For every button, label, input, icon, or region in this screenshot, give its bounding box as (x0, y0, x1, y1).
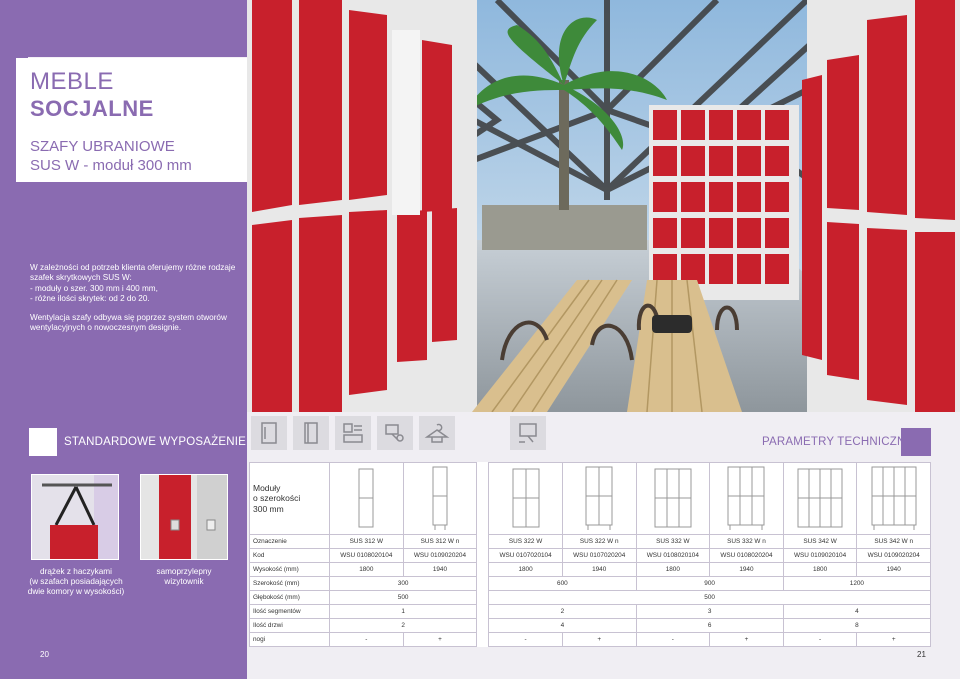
header-square (29, 428, 57, 456)
label-holder-icon (335, 416, 371, 450)
hanger-rail-icon (251, 416, 287, 450)
page-number-right: 21 (917, 650, 926, 659)
locker-drawing-2-column (488, 462, 563, 535)
locker-room-photo (247, 0, 960, 412)
technical-parameters-table: Moduły o szerokości 300 mm Oznaczenie SU… (249, 462, 932, 647)
header-square (901, 428, 931, 456)
locker-drawing-1-column (329, 462, 404, 535)
angle-opening-icon (510, 416, 546, 450)
locker-drawing-3-column-legs (709, 462, 784, 535)
locker-drawing-4-column-legs (856, 462, 931, 535)
description-paragraph: Wentylacja szafy odbywa się poprzez syst… (30, 313, 227, 333)
table-row-segmenty: Ilość segmentów 1 2 3 4 (249, 604, 932, 619)
page-title-bold: SOCJALNE (30, 96, 154, 121)
modules-label: Moduły o szerokości 300 mm (249, 462, 330, 535)
locker-drawing-2-column-legs (561, 462, 637, 535)
table-row-drzwi: Ilość drzwi 2 4 6 8 (249, 618, 932, 633)
description-paragraph: W zależności od potrzeb klienta oferujem… (30, 263, 236, 303)
accessory-image-card-holder (140, 474, 228, 560)
technical-parameters-title: PARAMETRY TECHNICZNE (762, 436, 914, 448)
table-row-kod: Kod WSU 0108020104 WSU 0109020204 WSU 01… (249, 548, 931, 563)
table-row-szerokosc: Szerokość (mm) 300 600 900 1200 (249, 576, 932, 591)
locker-room-illustration (247, 0, 960, 412)
locker-drawing-3-column (635, 462, 711, 535)
title-box: MEBLE SOCJALNE SZAFY UBRANIOWE SUS W - m… (16, 58, 247, 182)
page-subtitle-model: SUS W - moduł 300 mm (30, 157, 192, 174)
accessory-caption: samoprzylepny wizytownik (156, 567, 212, 586)
table-row-glebokosc: Głębokość (mm) 500 500 (249, 590, 931, 605)
clothes-hanger-icon (419, 416, 455, 450)
table-row-locker-drawings: Moduły o szerokości 300 mm (249, 462, 931, 535)
table-row-oznaczenie: Oznaczenie SUS 312 W SUS 312 W n SUS 322… (249, 534, 931, 549)
page-number-left: 20 (40, 650, 49, 659)
locker-drawing-4-column (782, 462, 858, 535)
door-icon (293, 416, 329, 450)
page-subtitle: SZAFY UBRANIOWE (30, 138, 175, 155)
accessory-caption: drążek z haczykami (w szafach posiadając… (27, 567, 125, 596)
standard-equipment-title: STANDARDOWE WYPOSAŻENIE (64, 436, 247, 448)
locker-drawing-1-column-legs (402, 462, 478, 535)
table-row-nogi: nogi - + - + - + - + (249, 632, 931, 647)
accessory-image-hook-rail (31, 474, 119, 560)
feature-icons (251, 416, 455, 450)
page-title: MEBLE (30, 68, 114, 95)
description: W zależności od potrzeb klienta oferujem… (30, 263, 240, 343)
table-row-wysokosc: Wysokość (mm) 1800 1940 1800 1940 1800 1… (249, 562, 931, 577)
lock-key-icon (377, 416, 413, 450)
